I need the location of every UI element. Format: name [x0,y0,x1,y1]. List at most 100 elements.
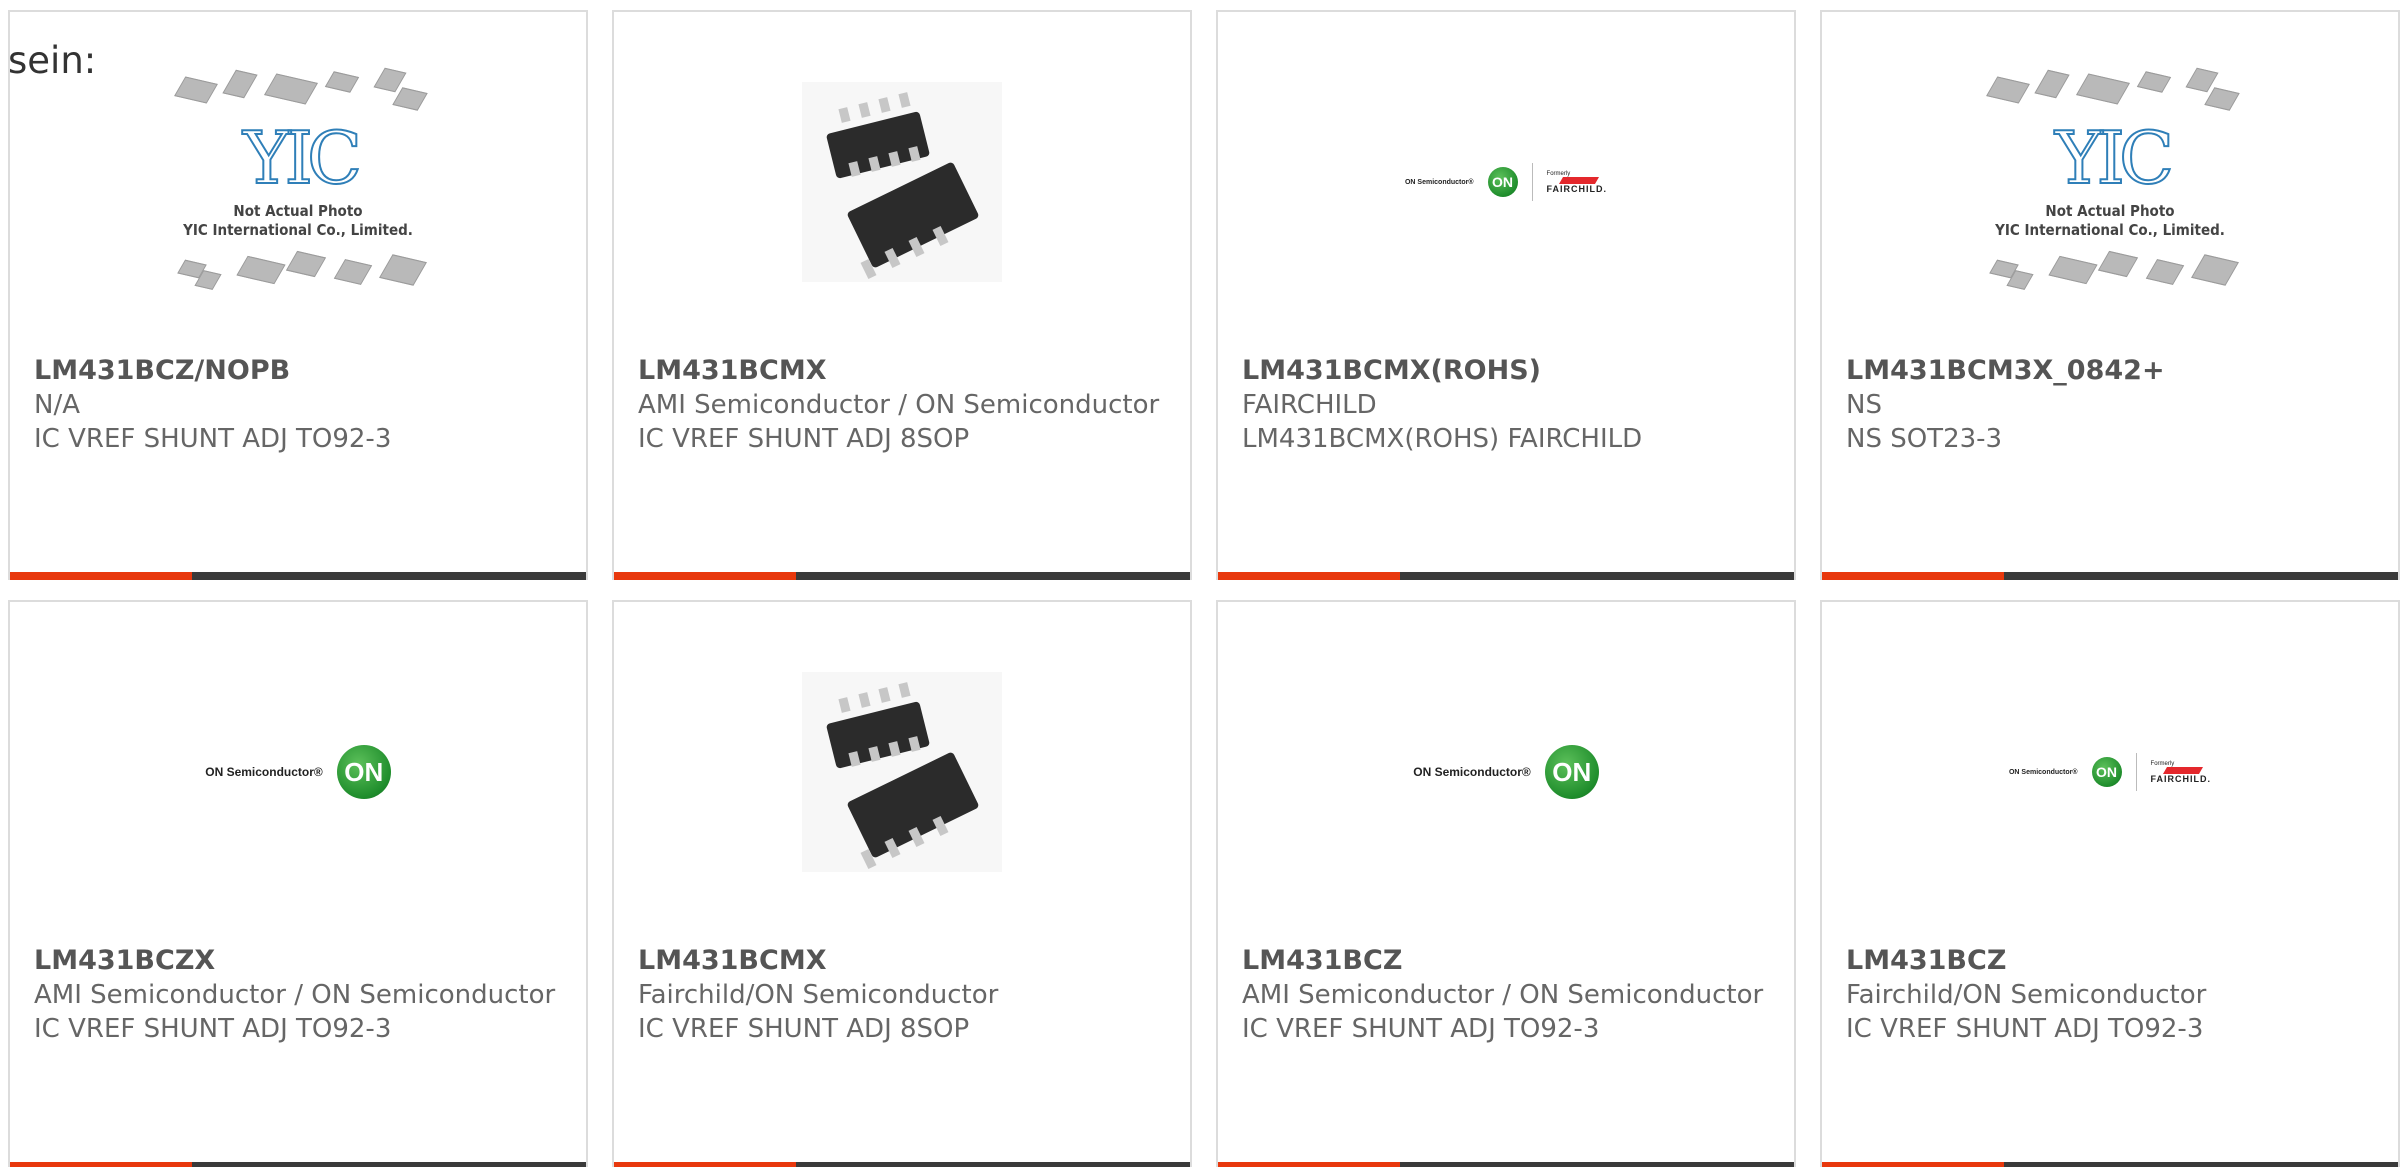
caption-line-1: Not Actual Photo [2045,202,2175,220]
chip-icon [236,255,286,285]
fairchild-stripe-icon [2162,766,2203,774]
manufacturer-label: N/A [34,390,80,420]
caption-line-2: YIC International Co., Limited. [183,221,413,239]
chip-body [846,161,980,269]
part-number-link[interactable]: LM431BCMX(ROHS) [1242,354,1774,388]
product-card[interactable]: LM431BCMX Fairchild/ON Semiconductor IC VR… [612,600,1192,1167]
chip-pin [838,697,851,713]
card-bottom-bar [1822,1162,2398,1167]
chip-icon [285,250,327,278]
product-image[interactable] [614,602,1190,942]
intro-text: sein: [8,39,97,82]
chip-pin [898,92,911,108]
part-number-link[interactable]: LM431BCZX [34,944,566,978]
on-logo-icon: ON [1487,167,1518,197]
chip-pin [898,682,911,698]
description-label: IC VREF SHUNT ADJ TO92-3 [34,424,392,454]
chip-pin [858,102,871,118]
chip-icon [264,73,318,105]
manufacturer-label: AMI Semiconductor / ON Semiconductor [34,980,556,1010]
product-info: LM431BCZ AMI Semiconductor / ON Semicondu… [1242,944,1774,1046]
fairchild-wordmark: FAIRCHILD. [1546,183,1608,194]
product-card[interactable]: ON Semiconductor® ON LM431BCZ AMI Semicondu… [1216,600,1796,1167]
chip-icon [2048,255,2098,285]
on-semiconductor-logo: ON Semiconductor® ON [205,745,391,799]
on-logo-icon: ON [336,745,391,799]
card-accent-bar [614,572,796,580]
description-label: NS SOT23-3 [1846,424,2003,454]
product-info: LM431BCM3X_0842+ NS NS SOT23-3 [1846,354,2378,456]
description-label: IC VREF SHUNT ADJ TO92-3 [34,1014,392,1044]
part-number-link[interactable]: LM431BCZ [1242,944,1774,978]
product-card[interactable]: YIC Not Actual Photo YIC International Co.… [8,10,588,580]
manufacturer-label: FAIRCHILD [1242,390,1377,420]
part-number-link[interactable]: LM431BCZ [1846,944,2378,978]
card-accent-bar [10,572,192,580]
fairchild-wordmark: FAIRCHILD. [2150,773,2212,784]
product-card[interactable]: ON Semiconductor® ON Formerly FAIRCHILD. LM4… [1216,10,1796,580]
product-image[interactable]: ON Semiconductor® ON Formerly FAIRCHILD. [1822,602,2398,942]
soic8-photo [802,82,1002,282]
part-number-link[interactable]: LM431BCZ/NOPB [34,354,566,388]
card-accent-bar [10,1162,192,1167]
on-fairchild-logo: ON Semiconductor® ON Formerly FAIRCHILD. [2009,753,2211,791]
on-fairchild-logo: ON Semiconductor® ON Formerly FAIRCHILD. [1405,163,1607,201]
not-actual-photo-image: YIC Not Actual Photo YIC International Co.… [158,62,438,302]
on-logo-icon: ON [1544,745,1599,799]
part-number-link[interactable]: LM431BCM3X_0842+ [1846,354,2378,388]
card-bottom-bar [10,1162,586,1167]
chip-icon [2097,250,2139,278]
chip-body [846,751,980,859]
product-info: LM431BCMX Fairchild/ON Semiconductor IC VR… [638,944,1170,1046]
placeholder-caption: Not Actual Photo YIC International Co., L… [158,202,438,240]
product-image[interactable]: ON Semiconductor® ON [1218,602,1794,942]
manufacturer-label: AMI Semiconductor / ON Semiconductor [1242,980,1764,1010]
product-info: LM431BCZ Fairchild/ON Semiconductor IC VRE… [1846,944,2378,1046]
product-image[interactable]: YIC Not Actual Photo YIC International Co.… [1822,12,2398,352]
card-bottom-bar [10,572,586,580]
manufacturer-label: Fairchild/ON Semiconductor [1846,980,2207,1010]
description-label: IC VREF SHUNT ADJ 8SOP [638,1014,970,1044]
description-label: IC VREF SHUNT ADJ TO92-3 [1242,1014,1600,1044]
product-image[interactable] [614,12,1190,352]
product-image[interactable]: ON Semiconductor® ON [10,602,586,942]
product-image[interactable]: ON Semiconductor® ON Formerly FAIRCHILD. [1218,12,1794,352]
description-label: IC VREF SHUNT ADJ 8SOP [638,424,970,454]
manufacturer-label: NS [1846,390,1882,420]
fairchild-logo: Formerly FAIRCHILD. [1547,171,1608,194]
product-card[interactable]: ON Semiconductor® ON LM431BCZX AMI Semicond… [8,600,588,1167]
soic8-photo [802,672,1002,872]
chip-icon [333,259,373,285]
card-bottom-bar [1218,572,1794,580]
card-bottom-bar [614,572,1190,580]
on-semiconductor-logo: ON Semiconductor® ON [1413,745,1599,799]
chip-pin [838,107,851,123]
fairchild-stripe-icon [1558,176,1599,184]
chip-icon [2034,69,2070,99]
product-card[interactable]: ON Semiconductor® ON Formerly FAIRCHILD. LM4… [1820,600,2400,1167]
fairchild-logo: Formerly FAIRCHILD. [2151,761,2212,784]
formerly-label: Formerly [2150,760,2175,767]
on-wordmark: ON Semiconductor® [1413,765,1531,779]
product-image[interactable]: YIC Not Actual Photo YIC International Co.… [10,12,586,352]
chip-pin [878,687,891,703]
product-card[interactable]: YIC Not Actual Photo YIC International Co.… [1820,10,2400,580]
part-number-link[interactable]: LM431BCMX [638,944,1170,978]
description-label: IC VREF SHUNT ADJ TO92-3 [1846,1014,2204,1044]
chip-icon [2076,73,2130,105]
chip-icon [2191,254,2239,286]
description-label: LM431BCMX(ROHS) FAIRCHILD [1242,424,1643,454]
logo-divider [2135,753,2137,791]
yic-logo: YIC [2054,116,2175,200]
logo-divider [1531,163,1533,201]
part-number-link[interactable]: LM431BCMX [638,354,1170,388]
card-bottom-bar [1822,572,2398,580]
card-accent-bar [1822,572,2004,580]
not-actual-photo-image: YIC Not Actual Photo YIC International Co.… [1970,62,2250,302]
caption-line-1: Not Actual Photo [233,202,363,220]
chip-icon [174,76,218,104]
chip-icon [379,254,427,286]
card-bottom-bar [1218,1162,1794,1167]
chip-icon [2136,71,2172,93]
product-card[interactable]: LM431BCMX AMI Semiconductor / ON Semicond… [612,10,1192,580]
